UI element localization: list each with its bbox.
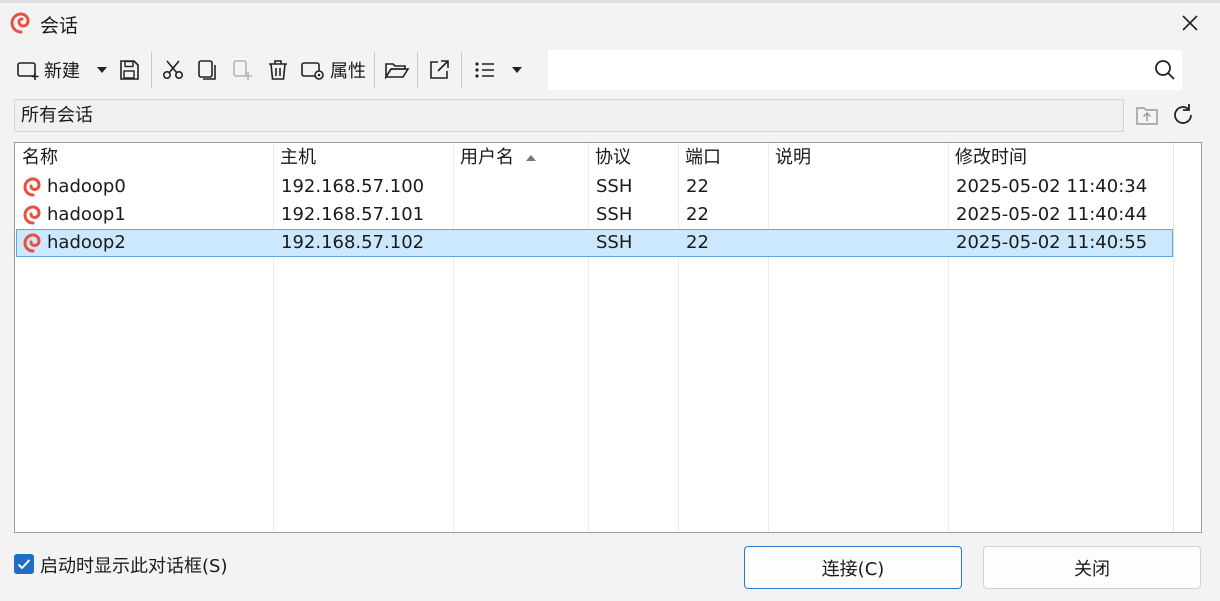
column-header-port[interactable]: 端口 <box>678 143 721 173</box>
session-protocol: SSH <box>596 176 633 197</box>
show-on-startup-checkbox[interactable] <box>14 554 34 574</box>
connect-button[interactable]: 连接(C) <box>744 546 962 589</box>
delete-button[interactable] <box>266 48 290 92</box>
toolbar-separator <box>151 52 152 88</box>
app-logo-icon <box>10 12 30 34</box>
checkmark-icon <box>17 559 31 570</box>
toolbar-separator <box>461 52 462 88</box>
new-dropdown-button[interactable] <box>94 48 110 92</box>
session-port: 22 <box>686 176 709 197</box>
session-name: hadoop1 <box>47 204 126 225</box>
column-header-protocol[interactable]: 协议 <box>588 143 631 173</box>
session-host: 192.168.57.101 <box>281 204 425 225</box>
close-icon <box>1182 15 1198 31</box>
toolbar-separator <box>374 52 375 88</box>
session-icon <box>23 233 41 253</box>
session-modified: 2025-05-02 11:40:44 <box>956 204 1148 225</box>
table-row-selected[interactable]: hadoop2 192.168.57.102 SSH 22 2025-05-02… <box>16 229 1173 257</box>
dropdown-arrow-icon <box>97 67 107 73</box>
export-button[interactable] <box>427 48 451 92</box>
column-header-name[interactable]: 名称 <box>15 143 58 173</box>
folder-up-icon[interactable] <box>1134 102 1160 128</box>
open-folder-button[interactable] <box>384 48 410 92</box>
session-protocol: SSH <box>596 204 633 225</box>
table-row[interactable]: hadoop0 192.168.57.100 SSH 22 2025-05-02… <box>16 173 1173 201</box>
session-path-bar[interactable]: 所有会话 <box>14 99 1124 132</box>
export-icon <box>430 60 449 79</box>
session-port: 22 <box>686 232 709 253</box>
session-icon <box>23 177 41 197</box>
paste-icon <box>233 60 252 80</box>
column-header-modified[interactable]: 修改时间 <box>948 143 1027 173</box>
search-icon[interactable] <box>1154 59 1176 81</box>
close-window-button[interactable] <box>1168 6 1212 40</box>
new-session-icon <box>17 62 39 80</box>
new-session-label: 新建 <box>44 61 80 82</box>
open-folder-icon <box>384 63 410 80</box>
paste-button[interactable] <box>230 48 254 92</box>
session-modified: 2025-05-02 11:40:55 <box>956 232 1148 253</box>
window-title: 会话 <box>40 15 79 37</box>
close-button[interactable]: 关闭 <box>983 546 1201 589</box>
dropdown-arrow-icon <box>512 67 522 73</box>
column-header-user[interactable]: 用户名 <box>453 143 514 173</box>
session-protocol: SSH <box>596 232 633 253</box>
properties-icon <box>301 62 324 80</box>
save-button[interactable] <box>117 48 141 92</box>
new-session-button[interactable]: 新建 <box>16 48 80 92</box>
table-row[interactable]: hadoop1 192.168.57.101 SSH 22 2025-05-02… <box>16 201 1173 229</box>
search-input[interactable] <box>548 50 1182 90</box>
list-view-icon <box>475 62 494 78</box>
session-host: 192.168.57.100 <box>281 176 425 197</box>
show-on-startup-label[interactable]: 启动时显示此对话框(S) <box>40 552 227 578</box>
column-header-host[interactable]: 主机 <box>273 143 316 173</box>
toolbar-separator <box>417 52 418 88</box>
session-name: hadoop0 <box>47 176 126 197</box>
window-top-edge <box>0 0 1220 3</box>
properties-button[interactable]: 属性 <box>300 48 366 92</box>
properties-label: 属性 <box>330 61 366 82</box>
session-list[interactable]: 名称 主机 用户名 协议 端口 说明 修改时间 hadoop0 192.168.… <box>14 142 1202 533</box>
refresh-icon[interactable] <box>1170 102 1196 128</box>
delete-icon <box>269 60 287 80</box>
scrollbar-track[interactable] <box>1173 143 1174 532</box>
sort-ascending-icon <box>526 155 536 161</box>
cut-button[interactable] <box>161 48 185 92</box>
view-mode-button[interactable] <box>473 48 497 92</box>
cut-icon <box>162 60 184 80</box>
save-icon <box>120 60 139 80</box>
title-bar: 会话 <box>0 0 1220 46</box>
view-mode-dropdown[interactable] <box>509 48 525 92</box>
copy-icon <box>198 60 216 80</box>
session-icon <box>23 205 41 225</box>
session-host: 192.168.57.102 <box>281 232 425 253</box>
copy-button[interactable] <box>195 48 219 92</box>
session-name: hadoop2 <box>47 232 126 253</box>
session-port: 22 <box>686 204 709 225</box>
session-modified: 2025-05-02 11:40:34 <box>956 176 1148 197</box>
column-header-description[interactable]: 说明 <box>768 143 811 173</box>
